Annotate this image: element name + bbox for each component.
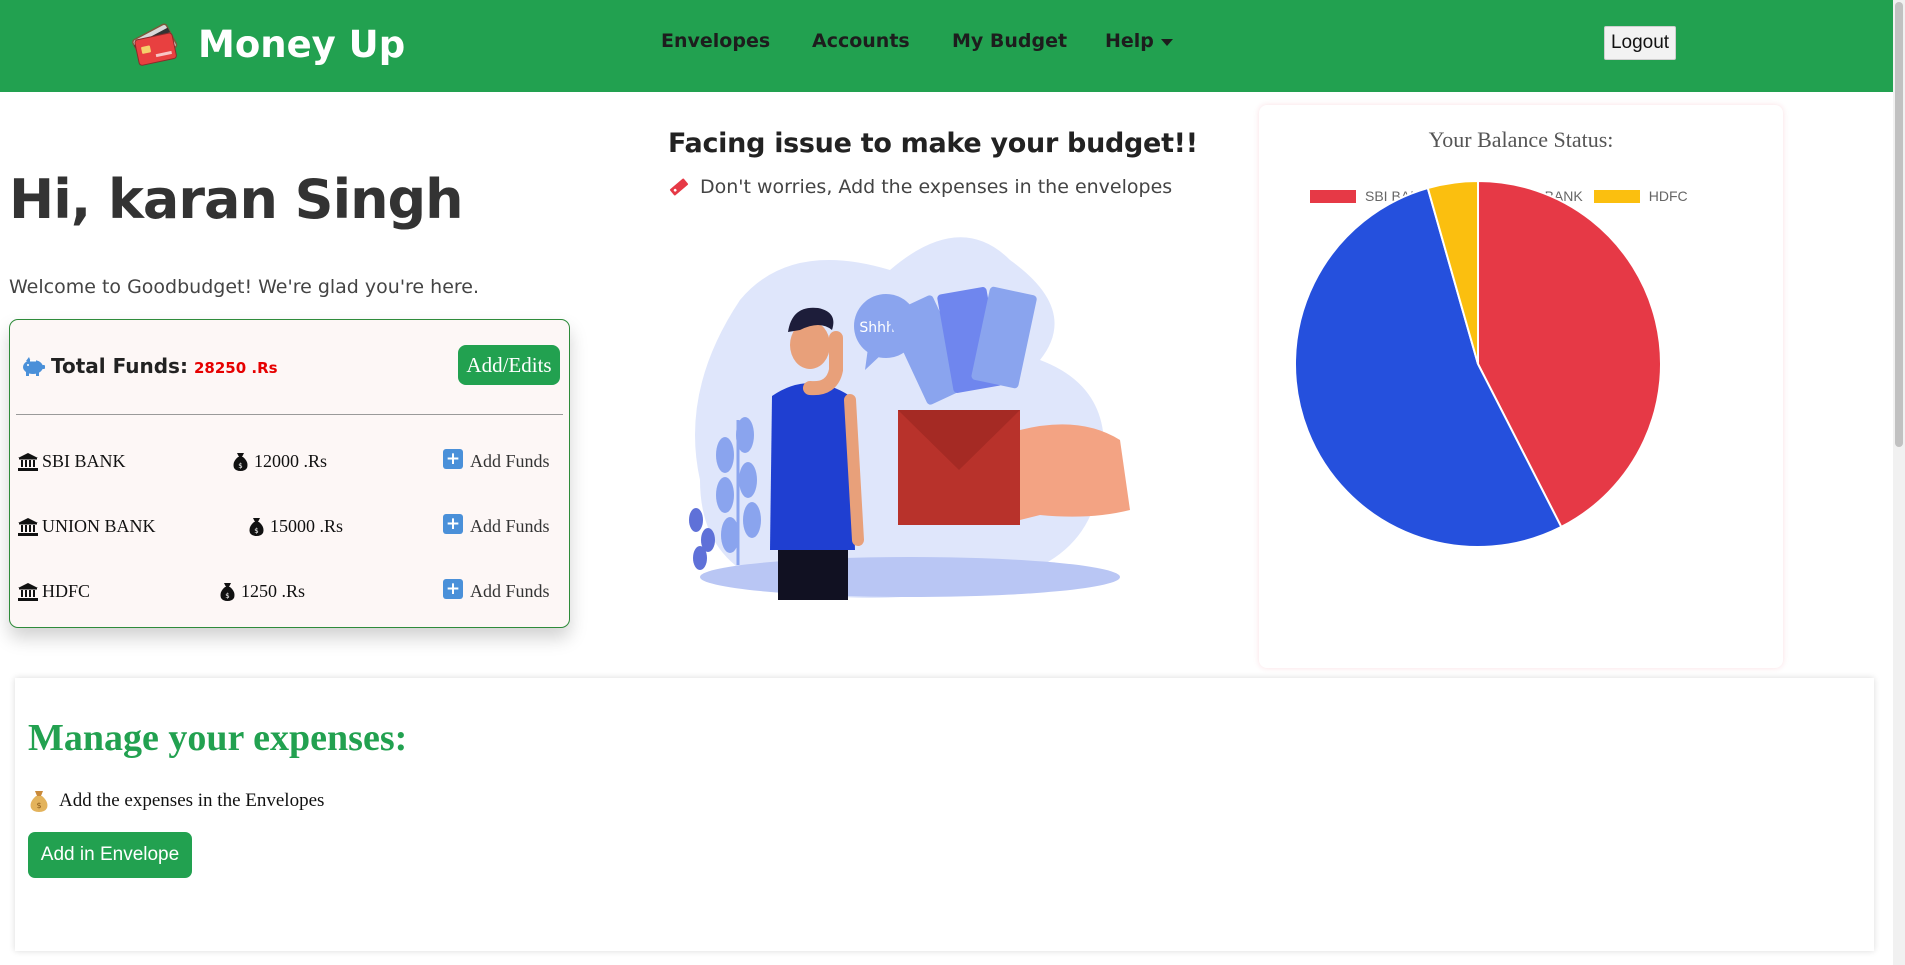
budget-illustration: Shhhhh bbox=[689, 237, 1130, 600]
bank-name-label: UNION BANK bbox=[42, 516, 156, 536]
bank-name: UNION BANK bbox=[18, 516, 156, 537]
nav-help-dropdown[interactable]: Help bbox=[1105, 30, 1173, 52]
balance-chart-card: Your Balance Status: SBI BANK UNION BANK… bbox=[1259, 105, 1783, 668]
total-funds-value: 28250 .Rs bbox=[193, 359, 278, 377]
money-bag-icon: $ bbox=[30, 791, 48, 812]
plus-square-icon: + bbox=[443, 513, 463, 534]
caret-down-icon bbox=[1160, 38, 1173, 46]
add-funds-button[interactable]: + Add Funds bbox=[443, 448, 550, 472]
plus-square-icon: + bbox=[443, 448, 463, 469]
page-scrollbar[interactable] bbox=[1893, 0, 1905, 965]
add-edits-button[interactable]: Add/Edits bbox=[458, 345, 560, 385]
nav-envelopes[interactable]: Envelopes bbox=[661, 30, 770, 52]
promo-subtitle: Don't worries, Add the expenses in the e… bbox=[668, 176, 1172, 198]
nav-my-budget[interactable]: My Budget bbox=[952, 30, 1067, 52]
promo-title: Facing issue to make your budget!! bbox=[668, 128, 1198, 159]
svg-text:$: $ bbox=[238, 462, 242, 470]
manage-subtitle-text: Add the expenses in the Envelopes bbox=[59, 790, 325, 811]
funds-divider bbox=[16, 414, 563, 415]
funds-header: Total Funds: 28250 .Rs bbox=[20, 354, 278, 378]
bank-amount: $ 15000 .Rs bbox=[248, 516, 343, 537]
funds-card: Total Funds: 28250 .Rs Add/Edits SBI BAN… bbox=[9, 319, 570, 628]
welcome-text: Welcome to Goodbudget! We're glad you're… bbox=[9, 276, 480, 298]
money-bag-icon: $ bbox=[220, 583, 235, 601]
bank-icon bbox=[18, 452, 38, 471]
bank-name: SBI BANK bbox=[18, 451, 126, 472]
bank-amount-label: 15000 .Rs bbox=[270, 516, 344, 536]
brand-name: Money Up bbox=[198, 22, 406, 66]
svg-text:$: $ bbox=[36, 801, 41, 810]
manage-subtitle: $ Add the expenses in the Envelopes bbox=[29, 790, 324, 812]
svg-text:$: $ bbox=[254, 527, 258, 535]
nav-help-label: Help bbox=[1105, 30, 1154, 52]
nav-accounts[interactable]: Accounts bbox=[812, 30, 910, 52]
manage-title: Manage your expenses: bbox=[28, 717, 408, 759]
bank-icon bbox=[18, 517, 38, 536]
bank-amount-label: 1250 .Rs bbox=[241, 581, 306, 601]
bank-row: SBI BANK $ 12000 .Rs + Add Funds bbox=[10, 448, 569, 481]
bank-amount: $ 1250 .Rs bbox=[219, 581, 305, 602]
bank-name: HDFC bbox=[18, 581, 90, 602]
bank-row: HDFC $ 1250 .Rs + Add Funds bbox=[10, 578, 569, 611]
bank-name-label: HDFC bbox=[42, 581, 91, 601]
ticket-icon bbox=[669, 178, 689, 196]
add-funds-label: Add Funds bbox=[470, 516, 550, 536]
money-bag-icon: $ bbox=[233, 453, 248, 471]
add-funds-button[interactable]: + Add Funds bbox=[443, 513, 550, 537]
add-funds-label: Add Funds bbox=[470, 581, 550, 601]
manage-expenses-section: Manage your expenses: $ Add the expenses… bbox=[15, 678, 1874, 951]
add-funds-button[interactable]: + Add Funds bbox=[443, 578, 550, 602]
pie-chart bbox=[1294, 179, 1662, 548]
bank-icon bbox=[18, 582, 38, 601]
bank-amount-label: 12000 .Rs bbox=[254, 451, 328, 471]
credit-card-icon bbox=[132, 23, 178, 66]
top-navbar: Money Up Envelopes Accounts My Budget He… bbox=[0, 0, 1893, 92]
money-bag-icon: $ bbox=[249, 518, 264, 536]
promo-subtitle-text: Don't worries, Add the expenses in the e… bbox=[700, 176, 1173, 198]
svg-text:$: $ bbox=[225, 592, 229, 600]
greeting-title: Hi, karan Singh bbox=[9, 168, 464, 231]
bank-name-label: SBI BANK bbox=[42, 451, 126, 471]
plus-square-icon: + bbox=[443, 578, 463, 599]
add-funds-label: Add Funds bbox=[470, 451, 550, 471]
brand[interactable]: Money Up bbox=[128, 14, 405, 74]
scrollbar-thumb[interactable] bbox=[1895, 2, 1903, 447]
total-funds-label: Total Funds: bbox=[51, 354, 188, 378]
logout-button[interactable]: Logout bbox=[1604, 26, 1676, 60]
add-in-envelope-button[interactable]: Add in Envelope bbox=[28, 832, 192, 878]
bank-amount: $ 12000 .Rs bbox=[232, 451, 327, 472]
piggy-bank-icon bbox=[23, 357, 45, 376]
bank-row: UNION BANK $ 15000 .Rs + Add Funds bbox=[10, 513, 569, 546]
